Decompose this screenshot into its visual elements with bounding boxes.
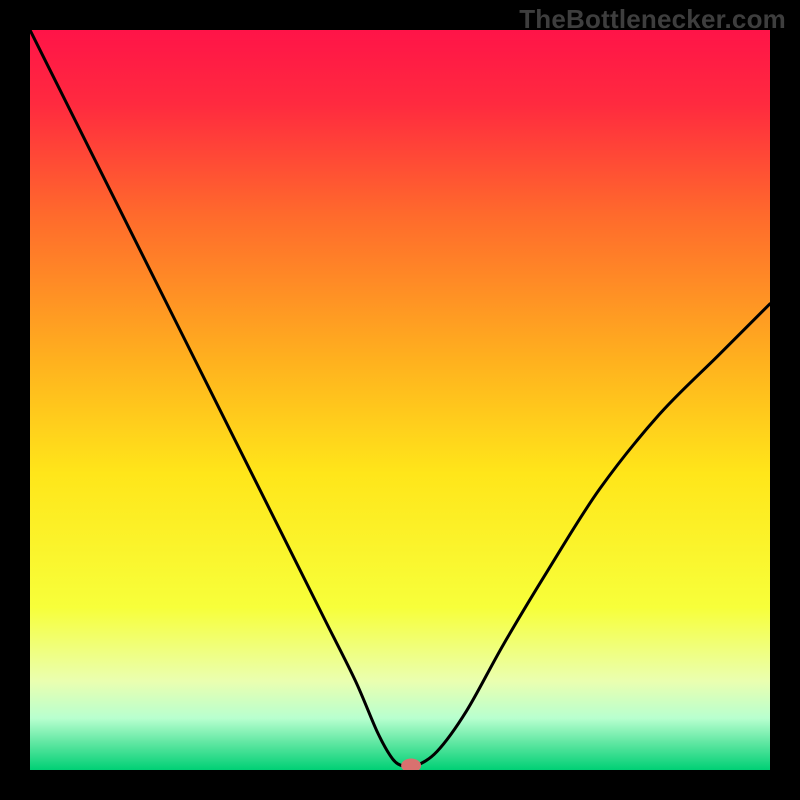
chart-svg xyxy=(30,30,770,770)
plot-area xyxy=(30,30,770,770)
chart-frame: TheBottlenecker.com xyxy=(0,0,800,800)
gradient-background xyxy=(30,30,770,770)
